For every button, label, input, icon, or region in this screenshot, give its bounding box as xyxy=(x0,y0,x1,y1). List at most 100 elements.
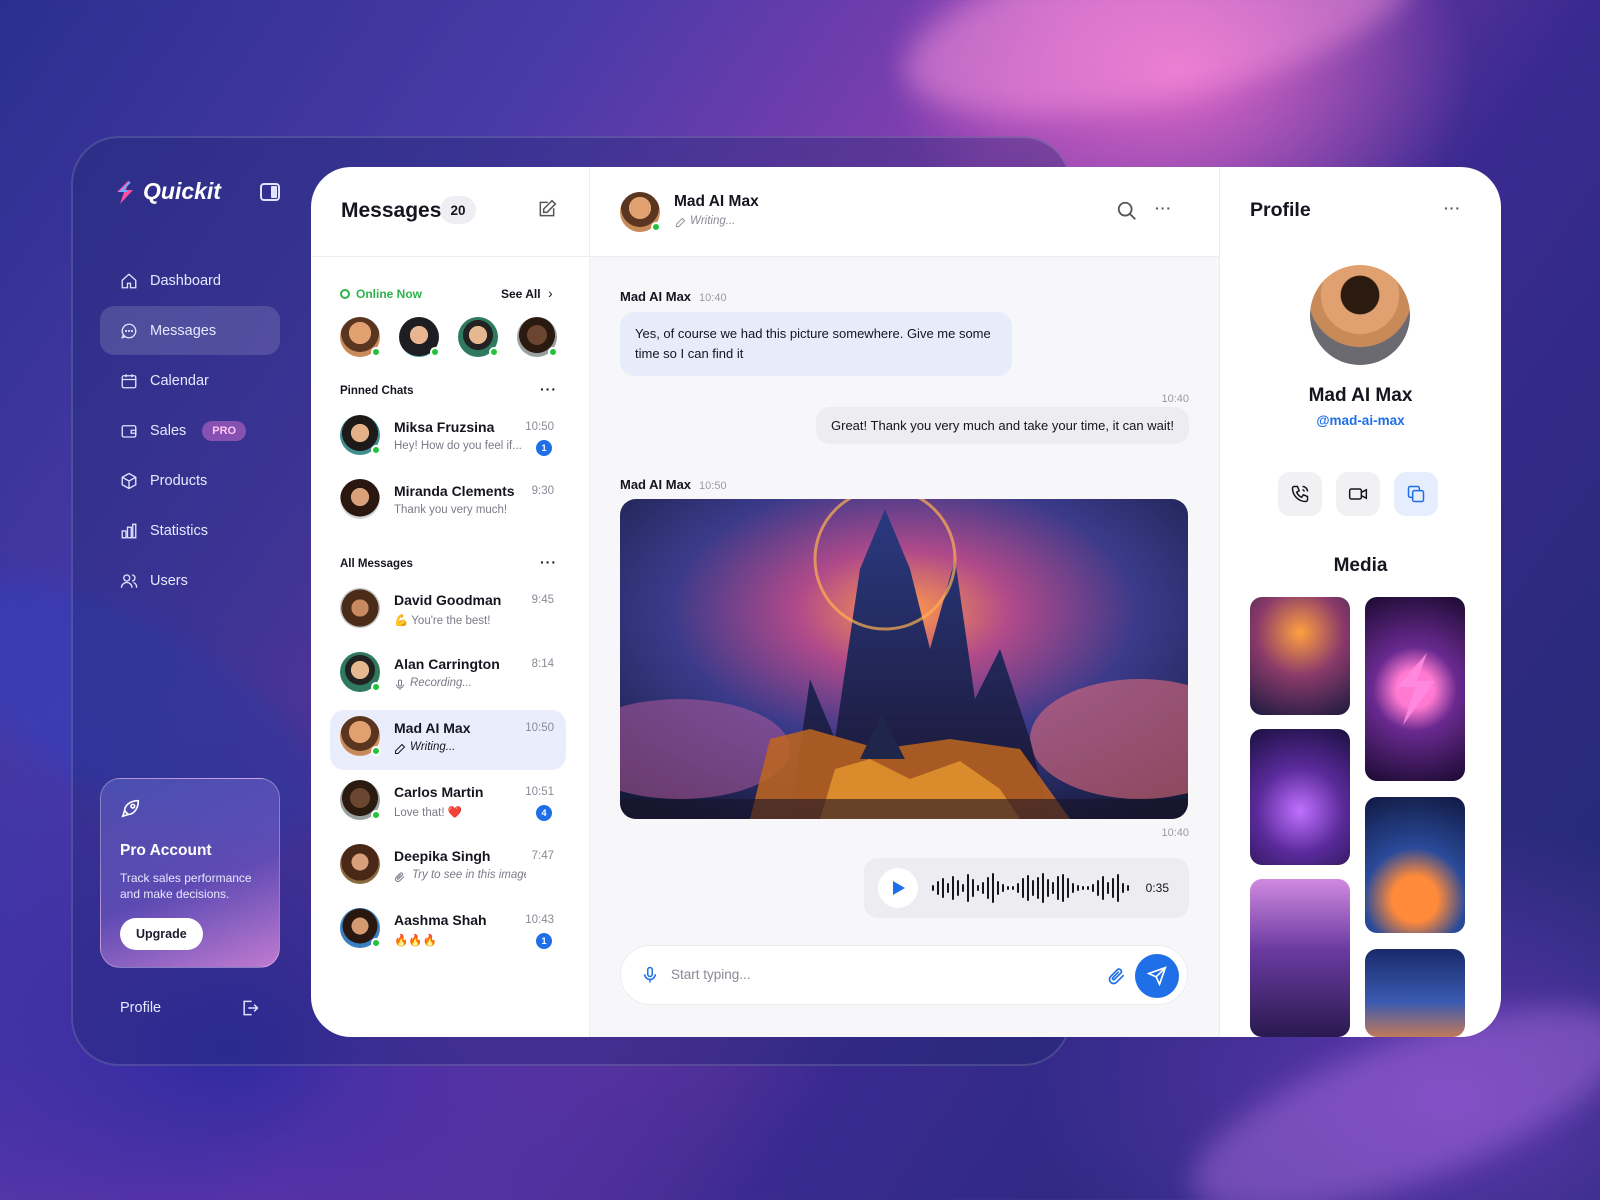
avatar xyxy=(340,652,381,692)
chat-preview: Recording... xyxy=(410,677,473,689)
conversation-panel: Mad AI Max Writing... ··· Mad AI Max 10:4… xyxy=(590,167,1220,1037)
incoming-message: Yes, of course we had this picture somew… xyxy=(620,312,1012,376)
play-button[interactable] xyxy=(878,868,918,908)
waveform-bar xyxy=(1057,876,1059,900)
waveform-bar xyxy=(967,874,969,902)
shared-image-castle[interactable] xyxy=(620,499,1188,819)
media-thumbnail[interactable] xyxy=(1365,949,1465,1037)
unread-badge: 4 xyxy=(536,805,552,821)
chat-bubble-icon xyxy=(121,323,137,339)
attachment-icon[interactable] xyxy=(1107,966,1127,986)
waveform-bar xyxy=(1107,882,1109,894)
online-avatar[interactable] xyxy=(340,317,381,357)
profile-name: Mad AI Max xyxy=(1308,385,1413,406)
chat-preview: Writing... xyxy=(410,741,456,753)
more-icon[interactable]: ··· xyxy=(1444,200,1461,216)
chat-preview: Hey! How do you feel if... xyxy=(394,440,522,452)
sidebar-item-dashboard[interactable]: Dashboard xyxy=(100,256,280,305)
profile-panel: Profile ··· Mad AI Max @mad-ai-max Media xyxy=(1220,167,1501,1037)
chat-name: Miranda Clements xyxy=(394,483,515,499)
bar-chart-icon xyxy=(121,523,137,538)
profile-handle[interactable]: @mad-ai-max xyxy=(1220,413,1501,428)
waveform-bar xyxy=(1002,884,1004,892)
media-thumbnail[interactable] xyxy=(1365,797,1465,933)
sidebar-item-messages[interactable]: Messages xyxy=(100,306,280,355)
logout-icon[interactable] xyxy=(240,998,260,1018)
media-thumbnail[interactable] xyxy=(1250,597,1350,715)
wallet-icon xyxy=(121,424,137,438)
copy-icon xyxy=(1407,485,1425,503)
sidebar-item-label: Statistics xyxy=(150,522,209,539)
online-avatar[interactable] xyxy=(399,317,440,357)
chat-item[interactable]: Carlos Martin Love that! ❤️ 10:51 4 xyxy=(330,774,566,834)
sidebar-item-products[interactable]: Products xyxy=(100,456,280,505)
video-call-button[interactable] xyxy=(1336,472,1380,516)
chat-item[interactable]: David Goodman 💪 You're the best! 9:45 xyxy=(330,582,566,642)
message-input[interactable]: Start typing... xyxy=(671,967,751,982)
home-icon xyxy=(121,272,137,288)
video-icon xyxy=(1348,488,1368,500)
call-button[interactable] xyxy=(1278,472,1322,516)
sidebar-item-label: Sales xyxy=(150,422,187,439)
avatar xyxy=(340,908,381,948)
waveform-bar xyxy=(1032,880,1034,896)
waveform-bar xyxy=(1127,885,1129,891)
waveform-bar xyxy=(1007,886,1009,890)
logo-art-icon xyxy=(1397,653,1435,725)
chat-name: Deepika Singh xyxy=(394,848,491,864)
sidebar-item-statistics[interactable]: Statistics xyxy=(100,506,280,555)
logo[interactable]: Quickit xyxy=(113,178,221,205)
chat-preview: Love that! ❤️ xyxy=(394,807,463,819)
chat-item[interactable]: Alan Carrington Recording... 8:14 xyxy=(330,646,566,706)
contact-avatar[interactable] xyxy=(620,192,661,232)
pencil-icon xyxy=(395,743,406,754)
message-sender: Mad AI Max xyxy=(620,289,692,304)
online-now-label: Online Now xyxy=(340,287,422,301)
sidebar-item-calendar[interactable]: Calendar xyxy=(100,356,280,405)
message-sender: Mad AI Max xyxy=(620,477,692,492)
sidebar-profile-link[interactable]: Profile xyxy=(120,1000,161,1016)
contact-name: Mad AI Max xyxy=(674,193,759,210)
sidebar-toggle-icon[interactable] xyxy=(260,183,280,201)
chat-item[interactable]: Miksa Fruzsina Hey! How do you feel if..… xyxy=(330,409,566,469)
chat-time: 9:45 xyxy=(531,594,554,606)
chat-item[interactable]: Aashma Shah 🔥🔥🔥 10:43 1 xyxy=(330,902,566,962)
media-thumbnail[interactable] xyxy=(1250,729,1350,865)
search-icon[interactable] xyxy=(1116,200,1138,222)
more-icon[interactable]: ··· xyxy=(540,381,557,397)
see-all-link[interactable]: See All xyxy=(501,287,541,301)
chat-item-active[interactable]: Mad AI Max Writing... 10:50 xyxy=(330,710,566,770)
waveform-bar xyxy=(1122,883,1124,893)
play-icon xyxy=(893,881,905,895)
upgrade-button[interactable]: Upgrade xyxy=(120,918,203,950)
messages-header: Messages 20 xyxy=(311,167,589,257)
online-avatar[interactable] xyxy=(458,317,499,357)
chat-time: 8:14 xyxy=(531,658,554,670)
media-title: Media xyxy=(1333,555,1388,576)
sidebar: Quickit Dashboard Messages Calendar Sale… xyxy=(100,160,300,1040)
users-icon xyxy=(120,573,138,588)
sidebar-item-label: Calendar xyxy=(150,372,209,389)
waveform-bar xyxy=(1017,883,1019,893)
chat-item[interactable]: Miranda Clements Thank you very much! 9:… xyxy=(330,473,566,533)
chat-preview: 🔥🔥🔥 xyxy=(394,935,437,947)
waveform-bar xyxy=(1042,873,1044,903)
more-icon[interactable]: ··· xyxy=(1155,200,1172,216)
chevron-right-icon[interactable]: › xyxy=(548,285,553,301)
avatar xyxy=(340,479,380,519)
sidebar-item-sales[interactable]: Sales PRO xyxy=(100,406,280,455)
compose-icon[interactable] xyxy=(537,199,557,219)
media-thumbnail[interactable] xyxy=(1365,597,1465,781)
sidebar-item-users[interactable]: Users xyxy=(100,556,280,605)
microphone-icon[interactable] xyxy=(641,966,659,984)
media-thumbnail[interactable] xyxy=(1250,879,1350,1037)
online-avatar[interactable] xyxy=(517,317,558,357)
unread-badge: 1 xyxy=(536,933,552,949)
waveform-bar xyxy=(947,883,949,893)
pinned-chats-label: Pinned Chats xyxy=(340,385,414,397)
copy-button[interactable] xyxy=(1394,472,1438,516)
chat-item[interactable]: Deepika Singh Try to see in this image..… xyxy=(330,838,566,898)
more-icon[interactable]: ··· xyxy=(540,554,557,570)
send-button[interactable] xyxy=(1135,954,1179,998)
main-card: Messages 20 Online Now See All › Pinned … xyxy=(311,167,1501,1037)
